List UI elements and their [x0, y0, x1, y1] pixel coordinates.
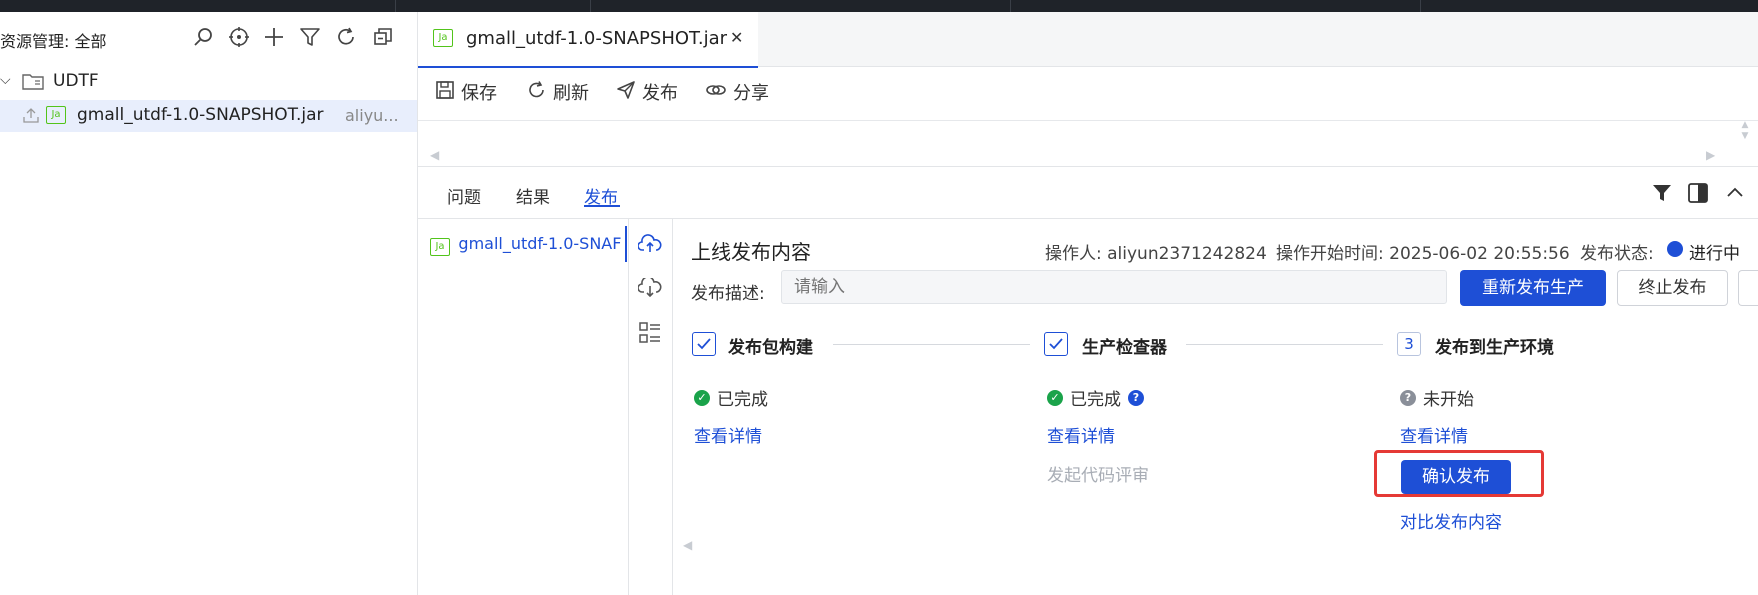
step-3-label: 发布到生产环境 — [1435, 338, 1554, 358]
folder-label: UDTF — [53, 71, 99, 91]
window-top-bar — [0, 0, 1758, 12]
more-button[interactable] — [1738, 270, 1758, 306]
success-check-icon: ✓ — [1047, 389, 1063, 406]
step-3-details-link[interactable]: 查看详情 — [1400, 422, 1468, 447]
filter-icon[interactable] — [1651, 182, 1673, 209]
editor-tab[interactable]: Ja gmall_utdf-1.0-SNAPSHOT.jar ✕ — [418, 12, 758, 68]
refresh-icon — [527, 80, 547, 105]
start-code-review-link[interactable]: 发起代码评审 — [1047, 461, 1149, 486]
share-label: 分享 — [733, 83, 769, 104]
republish-button[interactable]: 重新发布生产 — [1460, 270, 1606, 306]
confirm-publish-button[interactable]: 确认发布 — [1401, 460, 1511, 494]
step-2-label: 生产检查器 — [1082, 338, 1167, 358]
folder-icon — [22, 72, 44, 95]
collapse-all-icon[interactable] — [372, 26, 394, 48]
chevron-up-icon[interactable] — [1724, 182, 1746, 209]
step-1-check-icon — [692, 332, 716, 356]
scroll-left-icon[interactable]: ◀ — [683, 538, 692, 552]
upload-status-icon — [22, 106, 40, 129]
start-time-text: 操作开始时间: 2025-06-02 20:55:56 — [1276, 244, 1570, 264]
step-3-number: 3 — [1397, 332, 1421, 356]
vertical-scroll-arrows-icon[interactable]: ▲ ▼ — [1738, 120, 1752, 146]
publish-heading: 上线发布内容 — [691, 240, 811, 264]
search-icon[interactable] — [192, 26, 214, 48]
compare-content-link[interactable]: 对比发布内容 — [1400, 508, 1502, 533]
step-connector — [833, 344, 1030, 345]
jar-file-icon: Ja — [430, 238, 450, 256]
top-bar-divider — [395, 0, 396, 12]
share-button[interactable]: 分享 — [705, 78, 769, 106]
publish-file-list — [418, 219, 629, 595]
pending-icon: ? — [1400, 389, 1416, 406]
publish-button[interactable]: 发布 — [616, 78, 678, 106]
status-value: 进行中 — [1689, 244, 1740, 264]
refresh-label: 刷新 — [553, 83, 589, 104]
send-icon — [616, 80, 636, 105]
publish-label: 发布 — [642, 83, 678, 104]
scroll-left-icon[interactable]: ◀ — [430, 148, 439, 162]
publish-file-name: gmall_utdf-1.0-SNAF — [458, 234, 622, 253]
cloud-download-icon[interactable] — [637, 276, 662, 303]
publish-file-item[interactable]: Ja gmall_utdf-1.0-SNAF — [430, 234, 624, 258]
desc-input[interactable] — [781, 270, 1447, 304]
refresh-button[interactable]: 刷新 — [527, 78, 589, 106]
status-label: 发布状态: — [1580, 244, 1654, 264]
top-bar-divider — [1420, 0, 1421, 12]
step-1-details-link[interactable]: 查看详情 — [694, 422, 762, 447]
step-2-status: ✓ 已完成 ? — [1047, 385, 1144, 410]
step-3-status: ? 未开始 — [1400, 385, 1474, 410]
step-connector — [1186, 344, 1383, 345]
top-bar-divider — [1010, 0, 1011, 12]
link-icon — [705, 80, 727, 105]
filter-icon[interactable] — [299, 26, 321, 48]
tree-file-item[interactable]: Ja gmall_utdf-1.0-SNAPSHOT.jar aliyu... — [0, 100, 417, 132]
save-label: 保存 — [461, 83, 497, 104]
list-detail-icon[interactable] — [639, 322, 661, 349]
publish-icon-column — [628, 219, 673, 595]
help-icon[interactable]: ? — [1128, 389, 1144, 406]
tab-problems[interactable]: 问题 — [447, 183, 481, 208]
add-icon[interactable] — [263, 26, 285, 48]
jar-file-icon: Ja — [433, 29, 453, 47]
jar-file-icon: Ja — [46, 106, 66, 124]
chevron-down-icon[interactable]: ⌵ — [0, 72, 11, 88]
step-1-label: 发布包构建 — [728, 338, 813, 358]
success-check-icon: ✓ — [694, 389, 710, 406]
locate-icon[interactable] — [228, 26, 250, 48]
file-name: gmall_utdf-1.0-SNAPSHOT.jar — [77, 105, 324, 125]
active-tab-indicator — [584, 205, 620, 207]
tab-label: gmall_utdf-1.0-SNAPSHOT.jar — [466, 28, 728, 49]
tab-results[interactable]: 结果 — [516, 183, 550, 208]
tree-folder-udtf[interactable]: ⌵ UDTF — [0, 70, 417, 98]
step-1-status: ✓ 已完成 — [694, 385, 768, 410]
stop-publish-button[interactable]: 终止发布 — [1617, 270, 1728, 306]
refresh-icon[interactable] — [335, 26, 357, 48]
sidebar-title: 资源管理: 全部 — [0, 32, 107, 51]
save-button[interactable]: 保存 — [435, 78, 497, 106]
save-icon — [435, 80, 455, 105]
scroll-right-icon[interactable]: ▶ — [1706, 148, 1715, 162]
operator-text: 操作人: aliyun2371242824 — [1045, 244, 1267, 264]
in-progress-icon — [1667, 241, 1683, 257]
selected-file-indicator — [625, 226, 627, 262]
close-icon[interactable]: ✕ — [730, 28, 743, 47]
file-owner: aliyu... — [345, 106, 399, 125]
cloud-upload-icon[interactable] — [637, 234, 662, 259]
step-2-details-link[interactable]: 查看详情 — [1047, 422, 1115, 447]
desc-label: 发布描述: — [691, 284, 765, 304]
split-panel-icon[interactable] — [1687, 182, 1709, 209]
editor-content — [418, 120, 1758, 167]
step-2-check-icon — [1044, 332, 1068, 356]
top-bar-divider — [590, 0, 591, 12]
